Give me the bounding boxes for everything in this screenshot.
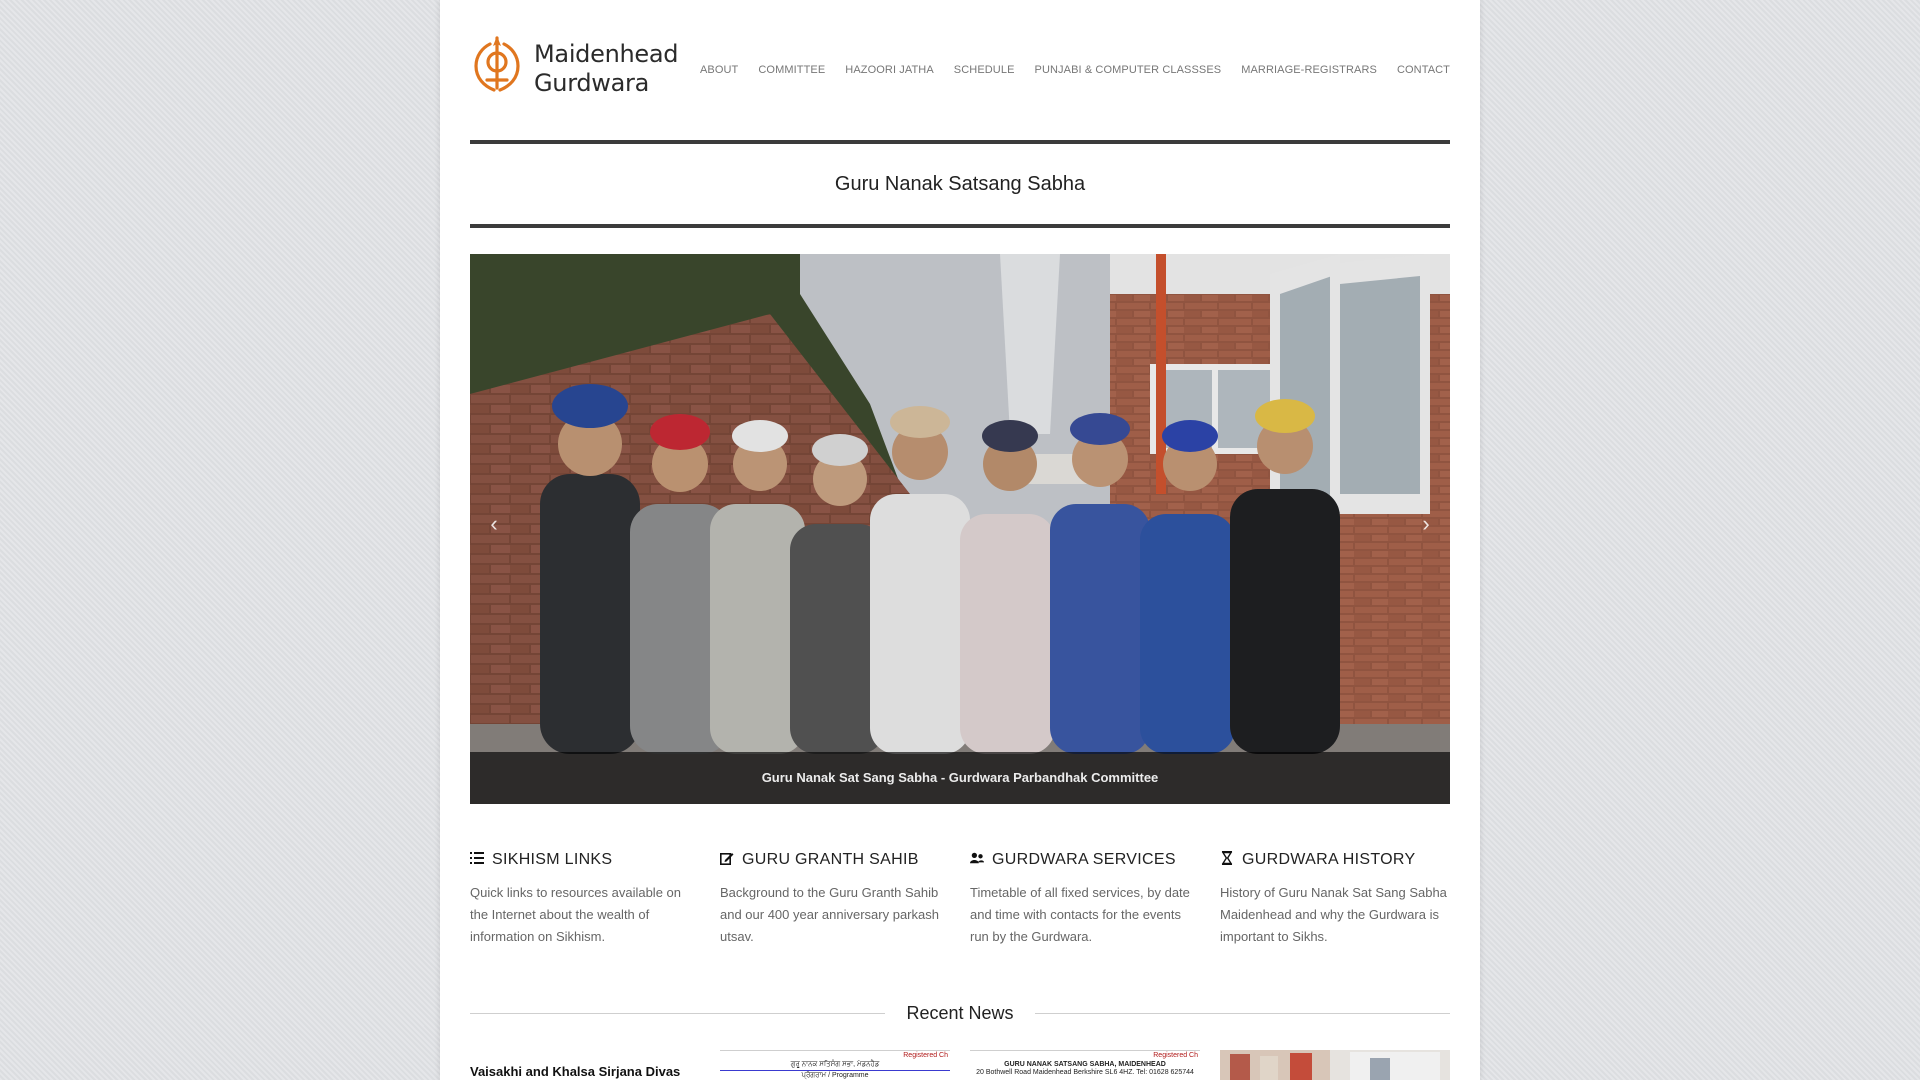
nav-item-hazoori-jatha[interactable]: HAZOORI JATHA <box>845 64 934 76</box>
thumb-text: Registered Ch <box>1153 1052 1198 1059</box>
committee-group-photo <box>470 254 1450 804</box>
news-item-title[interactable]: Vaisakhi and Khalsa Sirjana Divas <box>470 1050 700 1080</box>
thumb-text: GURU NANAK SATSANG SABHA, MAIDENHEAD <box>1004 1061 1166 1068</box>
nav-item-contact[interactable]: CONTACT <box>1397 64 1450 76</box>
site-header: Maidenhead Gurdwara ABOUT COMMITTEE HAZO… <box>470 30 1450 110</box>
title-band: Guru Nanak Satsang Sabha <box>470 140 1450 228</box>
nav-item-schedule[interactable]: SCHEDULE <box>954 64 1015 76</box>
hourglass-icon <box>1221 851 1233 865</box>
feature-description: History of Guru Nanak Sat Sang Sabha Mai… <box>1220 885 1447 944</box>
feature-title-text: GURDWARA SERVICES <box>992 851 1176 868</box>
image-slider[interactable]: ‹ › Guru Nanak Sat Sang Sabha - Gurdwara… <box>470 254 1450 804</box>
list-icon <box>470 852 484 864</box>
feature-description: Timetable of all fixed services, by date… <box>970 885 1190 944</box>
news-item-thumbnail[interactable]: Registered Ch ਗੁਰੂ ਨਾਨਕ ਸਤਿਸੰਗ ਸਭਾ, ਮੇਡਨ… <box>720 1050 950 1080</box>
main-nav: ABOUT COMMITTEE HAZOORI JATHA SCHEDULE P… <box>680 64 1450 76</box>
logo-line-1: Maidenhead <box>534 40 679 68</box>
users-icon <box>970 852 984 864</box>
site-logo[interactable]: Maidenhead Gurdwara <box>470 34 679 97</box>
chevron-right-icon: › <box>1422 511 1430 536</box>
page-title: Guru Nanak Satsang Sabha <box>834 173 1086 195</box>
feature-blocks: SIKHISM LINKS Quick links to resources a… <box>470 848 1450 958</box>
nav-item-committee[interactable]: COMMITTEE <box>758 64 825 76</box>
nav-item-about[interactable]: ABOUT <box>700 64 738 76</box>
recent-news-heading: Recent News <box>906 1003 1014 1023</box>
divider <box>720 1070 950 1071</box>
thumb-text: ਗੁਰੂ ਨਾਨਕ ਸਤਿਸੰਗ ਸਭਾ, ਮੇਡਨਹੈਡ <box>790 1061 880 1068</box>
page-container: Maidenhead Gurdwara ABOUT COMMITTEE HAZO… <box>440 0 1480 1080</box>
feature-title[interactable]: GURDWARA HISTORY <box>1220 848 1450 872</box>
nav-item-marriage-registrars[interactable]: MARRIAGE-REGISTRARS <box>1241 64 1377 76</box>
feature-description: Background to the Guru Granth Sahib and … <box>720 885 939 944</box>
feature-description: Quick links to resources available on th… <box>470 885 681 944</box>
logo-line-2: Gurdwara <box>534 69 649 97</box>
news-item-thumbnail[interactable]: Registered Ch GURU NANAK SATSANG SABHA, … <box>970 1050 1200 1080</box>
slider-next-button[interactable]: › <box>1414 512 1438 536</box>
edit-icon <box>720 852 734 865</box>
slider-prev-button[interactable]: ‹ <box>482 512 506 536</box>
feature-title-text: GURU GRANTH SAHIB <box>742 851 919 868</box>
feature-guru-granth-sahib[interactable]: GURU GRANTH SAHIB Background to the Guru… <box>720 848 950 948</box>
feature-title[interactable]: SIKHISM LINKS <box>470 848 700 872</box>
recent-news-header: Recent News <box>470 1000 1450 1026</box>
logo-wordmark: Maidenhead Gurdwara <box>534 40 679 98</box>
thumb-text: ਪ੍ਰੋਗਰਾਮ / Programme <box>801 1072 869 1079</box>
slider-caption: Guru Nanak Sat Sang Sabha - Gurdwara Par… <box>470 752 1450 804</box>
thumb-text: Registered Ch <box>903 1052 948 1059</box>
recent-news-list: Vaisakhi and Khalsa Sirjana Divas Regist… <box>470 1050 1450 1080</box>
feature-gurdwara-history[interactable]: GURDWARA HISTORY History of Guru Nanak S… <box>1220 848 1450 948</box>
news-item-thumbnail[interactable] <box>1220 1050 1450 1080</box>
feature-title-text: GURDWARA HISTORY <box>1242 851 1416 868</box>
thumb-text: 20 Bothwell Road Maidenhead Berkshire SL… <box>976 1069 1194 1076</box>
nav-item-classes[interactable]: PUNJABI & COMPUTER CLASSSES <box>1035 64 1222 76</box>
feature-title[interactable]: GURDWARA SERVICES <box>970 848 1200 872</box>
feature-title[interactable]: GURU GRANTH SAHIB <box>720 848 950 872</box>
feature-title-text: SIKHISM LINKS <box>492 851 613 868</box>
feature-sikhism-links[interactable]: SIKHISM LINKS Quick links to resources a… <box>470 848 700 948</box>
news-photo <box>1220 1050 1450 1080</box>
chevron-left-icon: ‹ <box>490 511 498 536</box>
feature-gurdwara-services[interactable]: GURDWARA SERVICES Timetable of all fixed… <box>970 848 1200 948</box>
khanda-icon <box>474 36 520 92</box>
